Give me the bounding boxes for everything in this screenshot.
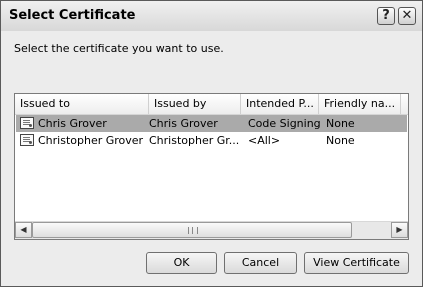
horizontal-scrollbar[interactable]: ◀ ▶ [15, 221, 408, 239]
certificate-row-christopher-grover[interactable]: Christopher Grover Christopher Gr... <Al… [16, 132, 407, 149]
list-header: Issued to Issued by Intended P... Friend… [15, 94, 408, 115]
chevron-left-icon: ◀ [20, 225, 27, 234]
scroll-left-button[interactable]: ◀ [15, 222, 32, 238]
cell-friendly-name: None [326, 117, 355, 130]
cell-issued-to: Christopher Grover [38, 134, 144, 147]
cell-issued-by: Chris Grover [149, 117, 218, 130]
cell-intended-purpose: <All> [248, 134, 281, 147]
cancel-button[interactable]: Cancel [224, 252, 297, 274]
cell-issued-to: Chris Grover [38, 117, 107, 130]
close-button[interactable]: ✕ [398, 7, 416, 25]
scrollbar-thumb[interactable] [32, 222, 352, 238]
column-header-issued-to[interactable]: Issued to [15, 94, 149, 114]
cell-intended-purpose: Code Signing [248, 117, 320, 130]
scroll-right-button[interactable]: ▶ [391, 222, 408, 238]
certificate-list[interactable]: Issued to Issued by Intended P... Friend… [14, 93, 409, 240]
view-certificate-button[interactable]: View Certificate [304, 252, 409, 274]
instruction-text: Select the certificate you want to use. [14, 42, 224, 55]
dialog-title: Select Certificate [9, 8, 136, 23]
help-button[interactable]: ? [377, 7, 395, 25]
certificate-icon [20, 134, 34, 146]
cell-friendly-name: None [326, 134, 355, 147]
column-header-intended-purpose[interactable]: Intended P... [241, 94, 319, 114]
chevron-right-icon: ▶ [396, 225, 403, 234]
cell-issued-by: Christopher Gr... [149, 134, 239, 147]
close-icon: ✕ [401, 8, 413, 23]
select-certificate-dialog: Select Certificate ? ✕ Select the certif… [0, 0, 423, 287]
ok-button[interactable]: OK [146, 252, 217, 274]
grip-icon [188, 227, 198, 234]
certificate-icon [20, 117, 34, 129]
column-header-friendly-name[interactable]: Friendly na... [319, 94, 401, 114]
column-header-issued-by[interactable]: Issued by [149, 94, 241, 114]
certificate-row-chris-grover[interactable]: Chris Grover Chris Grover Code Signing N… [16, 115, 407, 132]
title-bar[interactable]: Select Certificate ? ✕ [1, 1, 422, 31]
help-icon: ? [382, 8, 390, 23]
